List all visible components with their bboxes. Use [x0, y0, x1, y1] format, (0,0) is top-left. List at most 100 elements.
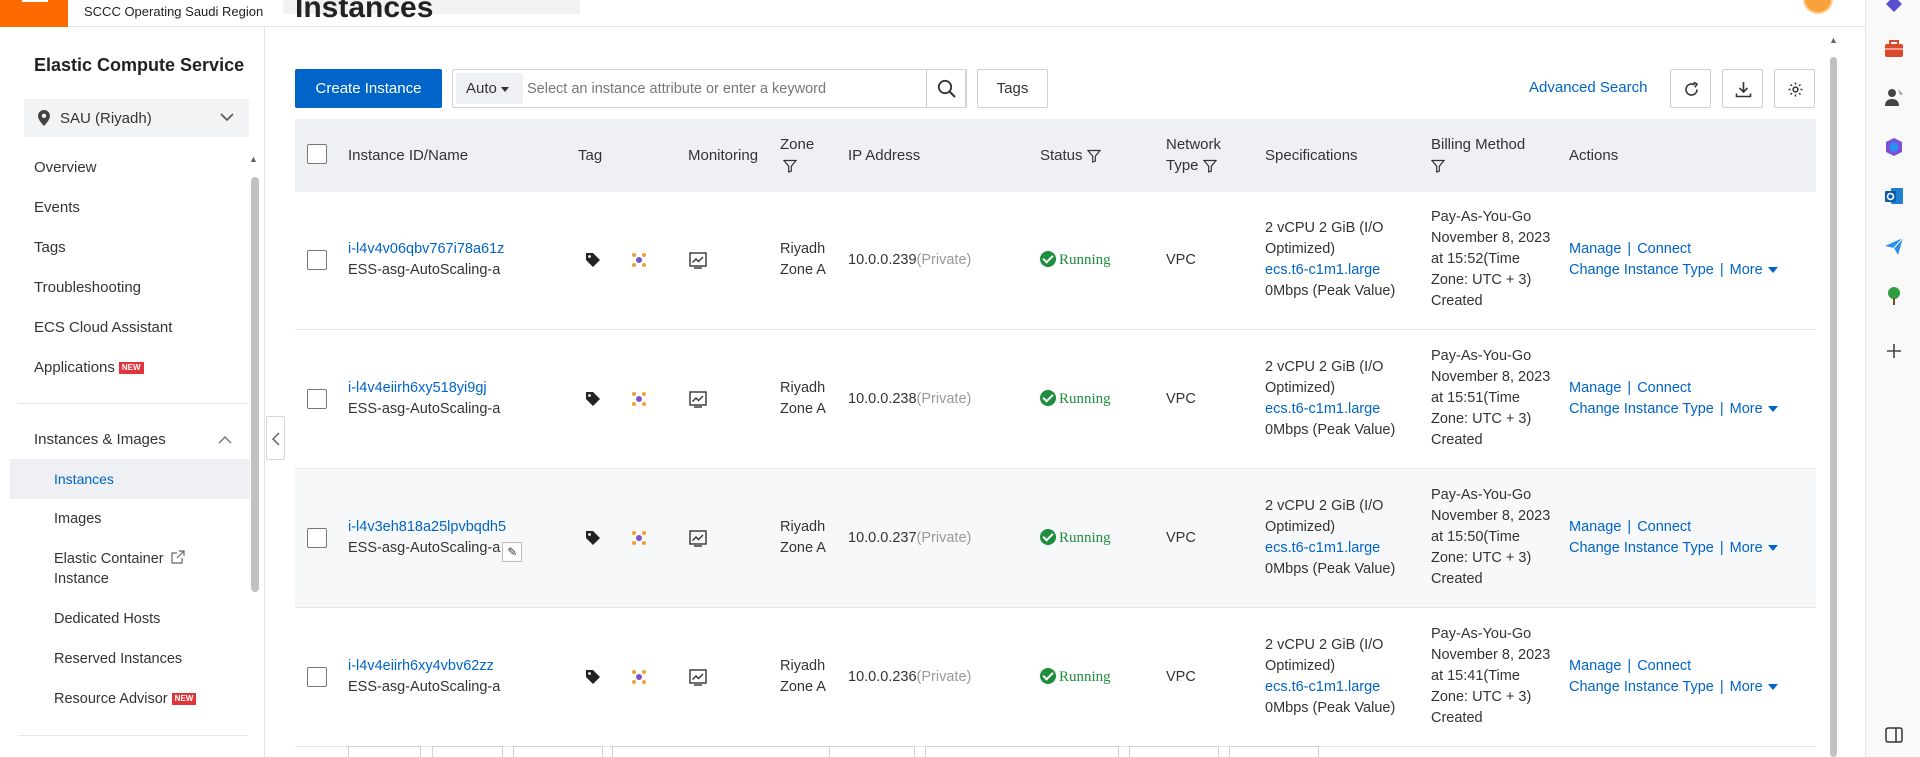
send-icon[interactable] [1883, 235, 1905, 257]
tags-button[interactable]: Tags [977, 69, 1048, 108]
search-input[interactable] [527, 74, 915, 103]
connect-link[interactable]: Connect [1637, 658, 1691, 674]
monitor-chart-icon[interactable] [689, 669, 707, 686]
filter-icon[interactable] [783, 159, 797, 173]
header-status[interactable]: Status [1040, 145, 1101, 166]
change-instance-type-link[interactable]: Change Instance Type [1569, 540, 1714, 556]
top-tab[interactable] [422, 0, 580, 14]
instance-id-link[interactable]: i-l4v3eh818a25lpvbqdh5 [348, 519, 506, 535]
instance-id-link[interactable]: i-l4v4eiirh6xy518yi9gj [348, 380, 487, 396]
connect-link[interactable]: Connect [1637, 380, 1691, 396]
org-name[interactable]: SCCC Operating Saudi Region [84, 4, 263, 19]
connect-link[interactable]: Connect [1637, 519, 1691, 535]
tag-icon[interactable] [585, 391, 601, 407]
scrollbar-thumb[interactable] [1830, 57, 1837, 757]
tag-icon[interactable] [585, 530, 601, 546]
copilot-icon[interactable] [1883, 0, 1905, 16]
download-button[interactable] [1722, 69, 1763, 108]
autoscaling-icon[interactable] [630, 668, 648, 686]
bulk-action-button[interactable] [1129, 746, 1219, 757]
autoscaling-icon[interactable] [630, 529, 648, 547]
select-all-checkbox[interactable] [307, 144, 327, 164]
sidebar-collapse-button[interactable] [266, 416, 285, 460]
change-instance-type-link[interactable]: Change Instance Type [1569, 262, 1714, 278]
refresh-button[interactable] [1670, 69, 1711, 108]
sidebar-item-dedicated-hosts[interactable]: Dedicated Hosts [54, 609, 160, 629]
settings-button[interactable] [1774, 69, 1815, 108]
header-billing-method[interactable]: Billing Method [1431, 134, 1525, 176]
instance-type-link[interactable]: ecs.t6-c1m1.large [1265, 401, 1380, 417]
create-instance-button[interactable]: Create Instance [295, 69, 442, 108]
row-checkbox[interactable] [307, 667, 327, 687]
microsoft365-icon[interactable] [1883, 136, 1905, 158]
filter-icon[interactable] [1202, 159, 1217, 173]
bulk-action-button[interactable] [1229, 746, 1319, 757]
instance-type-link[interactable]: ecs.t6-c1m1.large [1265, 679, 1380, 695]
bulk-action-button[interactable] [612, 746, 853, 757]
instance-type-link[interactable]: ecs.t6-c1m1.large [1265, 262, 1380, 278]
bulk-action-button[interactable] [432, 746, 503, 757]
bulk-action-button[interactable] [829, 746, 915, 757]
search-mode-select[interactable]: Auto [456, 73, 523, 104]
manage-link[interactable]: Manage [1569, 241, 1621, 257]
header-network-type[interactable]: Network Type [1166, 134, 1221, 176]
instance-type-link[interactable]: ecs.t6-c1m1.large [1265, 540, 1380, 556]
filter-icon[interactable] [1086, 149, 1101, 163]
chevron-up-icon[interactable] [217, 432, 233, 448]
sidebar-item-applications[interactable]: Applications NEW [34, 359, 144, 376]
sidebar-item-events[interactable]: Events [34, 199, 80, 216]
monitor-chart-icon[interactable] [689, 530, 707, 547]
sidebar-item-elastic-container-instance[interactable]: Elastic Container Instance [54, 549, 185, 589]
tag-icon[interactable] [585, 669, 601, 685]
header-zone[interactable]: Zone [780, 134, 814, 176]
advanced-search-link[interactable]: Advanced Search [1529, 79, 1647, 96]
scroll-up-arrow[interactable]: ▲ [249, 154, 258, 164]
sidebar-item-instances[interactable]: Instances [10, 459, 250, 499]
change-instance-type-link[interactable]: Change Instance Type [1569, 401, 1714, 417]
more-dropdown[interactable]: More [1730, 401, 1778, 417]
row-checkbox[interactable] [307, 528, 327, 548]
tree-icon[interactable] [1883, 285, 1905, 307]
section-instances-images[interactable]: Instances & Images [34, 431, 166, 448]
more-dropdown[interactable]: More [1730, 679, 1778, 695]
scroll-up-arrow[interactable]: ▲ [1829, 35, 1838, 45]
sidebar-item-resource-advisor[interactable]: Resource Advisor NEW [54, 689, 197, 709]
monitor-chart-icon[interactable] [689, 252, 707, 269]
more-dropdown[interactable]: More [1730, 540, 1778, 556]
sidebar-item-cloud-assistant[interactable]: ECS Cloud Assistant [34, 319, 172, 336]
sidebar-scrollbar[interactable] [251, 177, 259, 592]
sidebar-item-reserved-instances[interactable]: Reserved Instances [54, 649, 182, 669]
bulk-action-button[interactable] [925, 746, 1119, 757]
sidebar-item-images[interactable]: Images [54, 509, 102, 529]
bulk-action-button[interactable] [513, 746, 603, 757]
people-games-icon[interactable] [1883, 86, 1905, 108]
main-scrollbar[interactable]: ▲ [1827, 27, 1839, 757]
row-checkbox[interactable] [307, 250, 327, 270]
row-checkbox[interactable] [307, 389, 327, 409]
monitor-chart-icon[interactable] [689, 391, 707, 408]
change-instance-type-link[interactable]: Change Instance Type [1569, 679, 1714, 695]
manage-link[interactable]: Manage [1569, 380, 1621, 396]
more-dropdown[interactable]: More [1730, 262, 1778, 278]
bulk-action-button[interactable] [348, 746, 421, 757]
menu-button[interactable] [0, 0, 68, 27]
region-selector[interactable]: SAU (Riyadh) [24, 99, 249, 137]
instance-id-link[interactable]: i-l4v4v06qbv767i78a61z [348, 241, 504, 257]
edit-pencil-icon[interactable]: ✎ [502, 542, 523, 562]
outlook-icon[interactable] [1883, 185, 1905, 207]
tag-icon[interactable] [585, 252, 601, 268]
autoscaling-icon[interactable] [630, 251, 648, 269]
autoscaling-icon[interactable] [630, 390, 648, 408]
manage-link[interactable]: Manage [1569, 519, 1621, 535]
avatar[interactable] [1803, 0, 1833, 14]
manage-link[interactable]: Manage [1569, 658, 1621, 674]
sidebar-item-troubleshooting[interactable]: Troubleshooting [34, 279, 141, 296]
instance-id-link[interactable]: i-l4v4eiirh6xy4vbv62zz [348, 658, 494, 674]
sidebar-toggle-icon[interactable] [1883, 724, 1905, 746]
sidebar-item-tags[interactable]: Tags [34, 239, 66, 256]
connect-link[interactable]: Connect [1637, 241, 1691, 257]
sidebar-item-overview[interactable]: Overview [34, 159, 97, 176]
filter-icon[interactable] [1431, 159, 1445, 173]
toolbox-icon[interactable] [1883, 38, 1905, 60]
search-button[interactable] [926, 69, 966, 108]
